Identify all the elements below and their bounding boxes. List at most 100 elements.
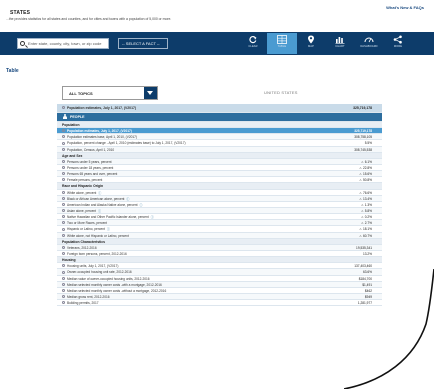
topics-dropdown[interactable]: ALL TOPICS	[62, 86, 158, 100]
search-input[interactable]: Enter state, county, city, town, or zip …	[17, 38, 109, 49]
row-label: Median value of owner-occupied housing u…	[67, 276, 150, 281]
search-placeholder: Enter state, county, city, town, or zip …	[28, 41, 102, 46]
warning-icon[interactable]: ⚠	[361, 203, 364, 207]
row-value: 2.7%	[364, 221, 372, 226]
row-label: Population	[62, 123, 80, 127]
row-value: 1,281,977	[357, 301, 372, 306]
info-icon[interactable]	[62, 227, 65, 231]
info-icon[interactable]	[62, 288, 65, 292]
info-icon[interactable]	[62, 221, 65, 225]
info-icon[interactable]	[62, 215, 65, 219]
info-icon[interactable]	[62, 233, 65, 237]
info-icon[interactable]	[62, 264, 65, 268]
info-icon[interactable]	[62, 106, 65, 110]
topics-label: ALL TOPICS	[69, 91, 93, 96]
map-button[interactable]: MAP	[296, 33, 326, 54]
info-icon[interactable]	[62, 147, 65, 151]
info-icon[interactable]	[62, 166, 65, 170]
row-value: 60.7%	[362, 233, 372, 238]
table-row-headline[interactable]: Population estimates, July 1, 2017, (V20…	[57, 104, 382, 113]
info-icon[interactable]	[62, 252, 65, 256]
person-icon	[62, 113, 67, 120]
warning-icon[interactable]: ⚠	[361, 215, 364, 219]
map-label: MAP	[308, 45, 314, 48]
row-value: 15.6%	[362, 172, 372, 177]
row-label: Population, Census, April 1, 2010	[67, 147, 115, 152]
info-icon[interactable]	[62, 209, 65, 213]
row-value: 22.8%	[362, 165, 372, 170]
section-header-people[interactable]: PEOPLE	[57, 113, 382, 122]
row-value: 137,403,460	[354, 264, 372, 269]
info-icon[interactable]	[62, 276, 65, 280]
row-value: 308,745,538	[354, 147, 372, 152]
chart-button[interactable]: CHART	[325, 33, 355, 54]
info-icon[interactable]	[62, 141, 65, 145]
info-icon[interactable]	[62, 301, 65, 305]
warning-icon[interactable]: ⚠	[361, 209, 364, 213]
map-pin-icon	[308, 35, 314, 44]
row-label: American Indian and Alaska Native alone,…	[67, 202, 138, 207]
whats-new-link[interactable]: What's New & FAQs	[386, 5, 424, 10]
info-icon[interactable]	[62, 135, 65, 139]
dashboard-button[interactable]: DASHBOARD	[354, 33, 384, 54]
warning-icon[interactable]: ⚠	[359, 166, 362, 170]
row-label: Hispanic or Latino, percent	[67, 227, 105, 232]
section-label: Table	[6, 68, 19, 74]
info-icon[interactable]	[62, 190, 65, 194]
row-label: Population, percent change - April 1, 20…	[67, 141, 186, 146]
clear-button[interactable]: CLEAR	[238, 33, 268, 54]
site-subtitle: ...the provides statistics for all state…	[6, 17, 172, 21]
row-value: $462	[364, 288, 372, 293]
info-icon[interactable]	[62, 202, 65, 206]
info-icon[interactable]	[62, 270, 65, 274]
info-icon[interactable]	[62, 245, 65, 249]
warning-icon[interactable]: ⚠	[361, 160, 364, 164]
row-value: 325,719,178	[354, 129, 372, 134]
warning-icon[interactable]: ⚠	[359, 191, 362, 195]
row-label: Foreign born persons, percent, 2012-2016	[67, 251, 127, 256]
info-icon[interactable]	[62, 129, 65, 133]
search-icon	[20, 41, 25, 46]
row-value: 0.2%	[364, 215, 372, 220]
headline-label: Population estimates, July 1, 2017, (V20…	[67, 106, 136, 110]
row-label: Black or African American alone, percent	[67, 196, 125, 201]
warning-icon[interactable]: ⚠	[359, 178, 362, 182]
info-icon[interactable]	[62, 196, 65, 200]
more-label: MORE	[393, 45, 403, 48]
row-label: Owner-occupied housing unit rate, 2012-2…	[67, 270, 132, 275]
row-value: 76.6%	[362, 190, 372, 195]
clear-label: CLEAR	[248, 45, 258, 48]
headline-value: 325,719,178	[353, 106, 372, 110]
info-icon[interactable]	[62, 178, 65, 182]
more-button[interactable]: MORE	[383, 33, 413, 54]
row-label: Native Hawaiian and Other Pacific Island…	[67, 215, 149, 220]
row-value: 1.3%	[364, 202, 372, 207]
table-label: TABLE	[277, 45, 287, 48]
warning-icon[interactable]: ⚠	[359, 172, 362, 176]
row-value: 6.1%	[364, 159, 372, 164]
row-value: 13.2%	[362, 251, 372, 256]
info-icon[interactable]	[62, 160, 65, 163]
warning-icon[interactable]: ⚠	[359, 197, 362, 201]
warning-icon[interactable]: ⚠	[359, 227, 362, 231]
warning-icon[interactable]: ⚠	[361, 221, 364, 225]
refresh-icon	[249, 35, 257, 44]
chart-icon	[335, 37, 345, 44]
table-icon	[277, 35, 287, 44]
census-quickfacts-page: What's New & FAQs STATES ...the provides…	[0, 0, 434, 389]
warning-icon[interactable]: ⚠	[359, 234, 362, 238]
row-label: White alone, not Hispanic or Latino, per…	[67, 233, 129, 238]
info-icon[interactable]	[62, 295, 65, 299]
row-label: Persons under 18 years, percent	[67, 165, 114, 170]
row-value: 13.4%	[362, 196, 372, 201]
table-button[interactable]: TABLE	[267, 33, 297, 54]
row-label: Two or More Races, percent	[67, 221, 108, 226]
row-label: Median selected monthly owner costs -wit…	[67, 282, 162, 287]
table-row[interactable]: Building permits, 2017 1,281,977	[57, 300, 382, 307]
row-value: 5.5%	[364, 141, 372, 146]
info-icon[interactable]	[62, 282, 65, 286]
row-label: Population estimates base, April 1, 2010…	[67, 135, 137, 140]
fact-select[interactable]: -- SELECT A FACT --	[118, 38, 168, 49]
row-label: Housing units, July 1, 2017, (V2017)	[67, 264, 119, 269]
info-icon[interactable]	[62, 172, 65, 176]
